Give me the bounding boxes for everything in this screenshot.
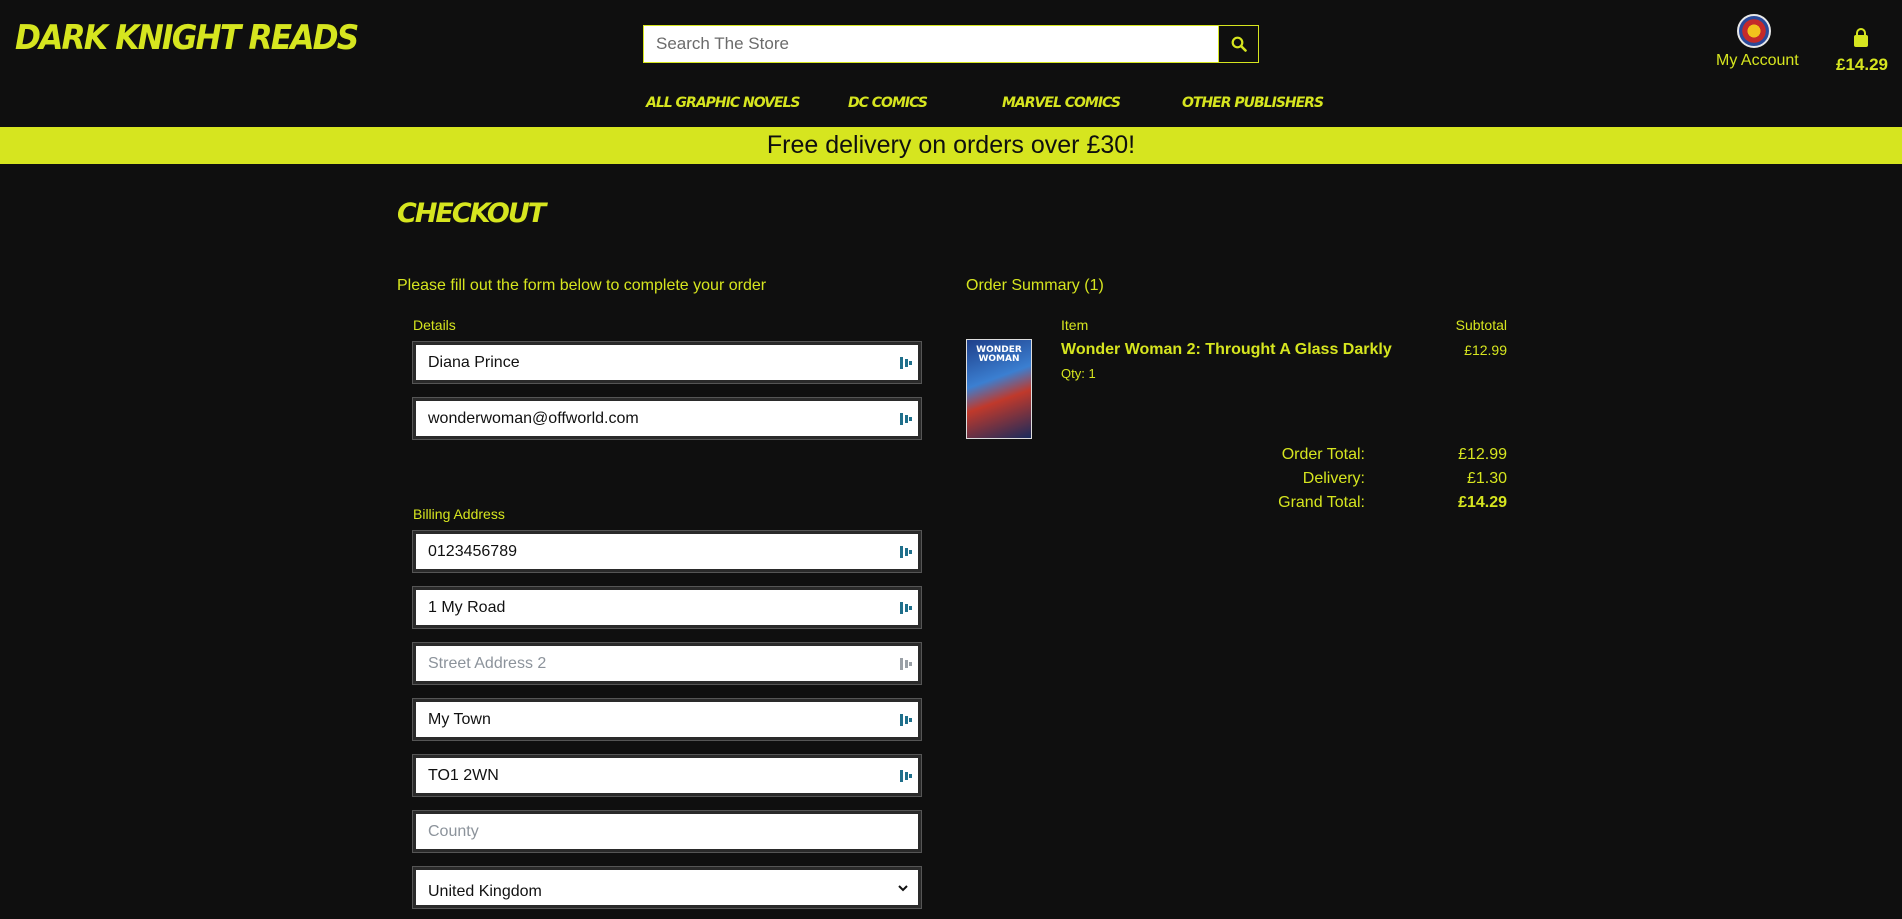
country-field: United Kingdom [413, 867, 921, 908]
my-account-link[interactable]: My Account [1716, 14, 1799, 70]
chevron-down-icon [898, 885, 908, 892]
nav-other-publishers[interactable]: OTHER PUBLISHERS [1182, 95, 1324, 111]
cart-link[interactable]: £14.29 [1836, 28, 1888, 75]
password-manager-icon[interactable] [900, 545, 912, 559]
nav-marvel-comics[interactable]: MARVEL COMICS [1002, 95, 1121, 111]
search-input[interactable] [644, 26, 1218, 62]
county-input[interactable] [416, 814, 918, 849]
county-field [413, 811, 921, 852]
order-total-value: £12.99 [1458, 446, 1507, 463]
page-title: CHECKOUT [397, 198, 546, 229]
nav-all-graphic-novels[interactable]: ALL GRAPHIC NOVELS [646, 95, 801, 111]
postcode-field [413, 755, 921, 796]
product-subtotal: £12.99 [1464, 342, 1507, 358]
email-input[interactable] [416, 401, 918, 436]
street-address-1-field [413, 587, 921, 628]
street-address-2-input[interactable] [416, 646, 918, 681]
search-button[interactable] [1218, 26, 1258, 62]
street-address-2-field [413, 643, 921, 684]
password-manager-icon[interactable] [900, 601, 912, 615]
full-name-field [413, 342, 921, 383]
delivery-label: Delivery: [1302, 470, 1365, 487]
town-field [413, 699, 921, 740]
cover-title: WONDER WOMAN [976, 345, 1022, 364]
password-manager-icon[interactable] [900, 657, 912, 671]
phone-input[interactable] [416, 534, 918, 569]
full-name-input[interactable] [416, 345, 918, 380]
product-qty: Qty: 1 [1061, 366, 1096, 381]
product-cover-image[interactable]: WONDER WOMAN [966, 339, 1032, 439]
country-select[interactable]: United Kingdom [416, 870, 918, 905]
password-manager-icon[interactable] [900, 356, 912, 370]
my-account-label: My Account [1716, 52, 1799, 69]
billing-address-label: Billing Address [413, 506, 505, 522]
details-label: Details [413, 317, 456, 333]
email-field [413, 398, 921, 439]
phone-field [413, 531, 921, 572]
delivery-value: £1.30 [1466, 470, 1507, 487]
town-input[interactable] [416, 702, 918, 737]
order-summary-title: Order Summary (1) [966, 277, 1104, 294]
search-icon [1231, 36, 1247, 52]
cart-total: £14.29 [1836, 55, 1888, 74]
shopping-bag-icon [1854, 28, 1868, 47]
avatar [1737, 14, 1771, 48]
postcode-input[interactable] [416, 758, 918, 793]
grand-total-label: Grand Total: [1278, 494, 1365, 511]
order-total-label: Order Total: [1281, 446, 1365, 463]
delivery-banner: Free delivery on orders over £30! [0, 127, 1902, 164]
subtotal-column-header: Subtotal [1455, 317, 1507, 333]
password-manager-icon[interactable] [900, 769, 912, 783]
site-logo[interactable]: DARK KNIGHT READS [15, 18, 359, 58]
nav-dc-comics[interactable]: DC COMICS [848, 95, 928, 111]
product-name-link[interactable]: Wonder Woman 2: Throught A Glass Darkly [1061, 341, 1392, 359]
form-intro: Please fill out the form below to comple… [397, 277, 767, 294]
search-bar [643, 25, 1259, 63]
grand-total-value: £14.29 [1458, 494, 1507, 511]
password-manager-icon[interactable] [900, 412, 912, 426]
password-manager-icon[interactable] [900, 713, 912, 727]
street-address-1-input[interactable] [416, 590, 918, 625]
item-column-header: Item [1061, 317, 1089, 333]
